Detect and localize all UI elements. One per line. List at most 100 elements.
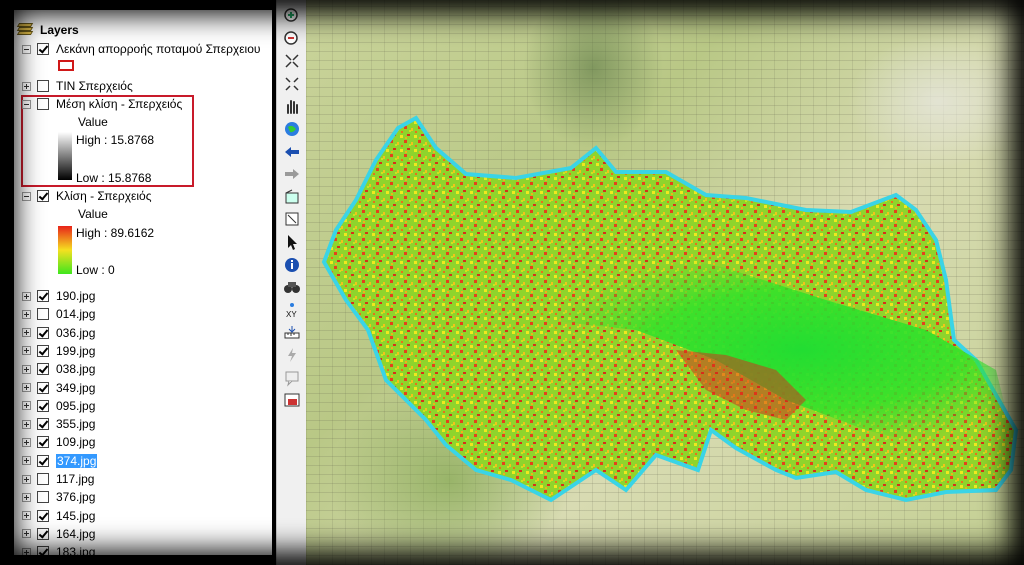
layer-label[interactable]: TIN Σπερχειός xyxy=(56,79,133,93)
layer-label[interactable]: 038.jpg xyxy=(56,362,95,376)
layer-label[interactable]: 145.jpg xyxy=(56,509,95,523)
expand-icon[interactable] xyxy=(22,474,31,484)
go-to-xy-icon[interactable]: XY xyxy=(282,300,302,320)
layer-label[interactable]: 117.jpg xyxy=(56,472,94,486)
layer-checkbox[interactable] xyxy=(37,190,49,202)
layer-label[interactable]: Μέση κλίση - Σπερχειός xyxy=(56,97,182,111)
collapse-icon[interactable] xyxy=(22,191,31,201)
expand-icon[interactable] xyxy=(22,547,31,555)
layer-checkbox[interactable] xyxy=(37,436,49,449)
expand-icon[interactable] xyxy=(22,328,31,338)
layer-row-slope[interactable]: Κλίση - Σπερχειός xyxy=(22,187,151,205)
layer-checkbox[interactable] xyxy=(37,473,49,485)
image-layer-row[interactable]: 109.jpg xyxy=(22,433,95,451)
expand-icon[interactable] xyxy=(22,529,31,539)
layer-checkbox[interactable] xyxy=(37,326,49,339)
layer-label[interactable]: 095.jpg xyxy=(56,399,95,413)
layer-label[interactable]: Κλίση - Σπερχειός xyxy=(56,189,151,203)
image-layer-row[interactable]: 374.jpg xyxy=(22,452,98,470)
expand-icon[interactable] xyxy=(22,291,31,301)
measure-icon[interactable] xyxy=(282,322,302,342)
collapse-icon[interactable] xyxy=(22,99,31,109)
time-slider-icon[interactable] xyxy=(282,390,302,410)
fixed-zoom-out-icon[interactable] xyxy=(282,74,302,94)
image-layer-row[interactable]: 036.jpg xyxy=(22,324,95,342)
layer-checkbox[interactable] xyxy=(37,399,49,412)
layer-label[interactable]: 355.jpg xyxy=(56,417,95,431)
expand-icon[interactable] xyxy=(22,364,31,374)
layer-row-mean-slope[interactable]: Μέση κλίση - Σπερχειός xyxy=(22,95,182,113)
expand-icon[interactable] xyxy=(22,309,31,319)
layer-checkbox[interactable] xyxy=(37,491,49,504)
fixed-zoom-in-icon[interactable] xyxy=(282,51,302,71)
layer-label[interactable]: 374.jpg xyxy=(56,453,98,468)
zoom-in-icon[interactable] xyxy=(282,6,302,26)
zoom-out-icon[interactable] xyxy=(282,29,302,49)
image-layer-row[interactable]: 355.jpg xyxy=(22,415,95,433)
full-extent-icon[interactable] xyxy=(282,119,302,139)
expand-icon[interactable] xyxy=(22,456,31,466)
layer-label[interactable]: Λεκάνη απορροής ποταμού Σπερχειου xyxy=(56,42,260,56)
image-layer-row[interactable]: 145.jpg xyxy=(22,507,95,525)
expand-icon[interactable] xyxy=(22,419,31,429)
layer-row-tin[interactable]: TIN Σπερχειός xyxy=(22,77,133,95)
layer-checkbox[interactable] xyxy=(37,454,49,467)
layer-row-basin[interactable]: Λεκάνη απορροής ποταμού Σπερχειου xyxy=(22,40,260,58)
find-icon[interactable] xyxy=(282,277,302,297)
expand-icon[interactable] xyxy=(22,383,31,392)
layer-checkbox[interactable] xyxy=(37,308,49,321)
expand-icon[interactable] xyxy=(22,511,31,521)
image-layer-row[interactable]: 183.jpg xyxy=(22,543,95,555)
svg-text:XY: XY xyxy=(286,310,297,319)
collapse-icon[interactable] xyxy=(22,44,31,54)
layer-label[interactable]: 014.jpg xyxy=(56,307,95,321)
layer-checkbox[interactable] xyxy=(37,527,49,540)
image-layer-row[interactable]: 376.jpg xyxy=(22,488,95,506)
hyperlink-icon[interactable] xyxy=(282,345,302,365)
layer-checkbox[interactable] xyxy=(37,43,49,55)
map-view[interactable] xyxy=(306,0,1024,565)
image-layer-row[interactable]: 190.jpg xyxy=(22,287,95,305)
layer-label[interactable]: 183.jpg xyxy=(56,545,95,555)
layer-checkbox[interactable] xyxy=(37,290,49,302)
image-layer-row[interactable]: 014.jpg xyxy=(22,305,95,323)
layer-label[interactable]: 164.jpg xyxy=(56,527,95,541)
layer-checkbox[interactable] xyxy=(37,418,49,431)
pan-icon[interactable] xyxy=(282,96,302,116)
layer-label[interactable]: 036.jpg xyxy=(56,326,95,340)
identify-icon[interactable] xyxy=(282,255,302,275)
image-layer-row[interactable]: 349.jpg xyxy=(22,379,95,397)
image-layer-row[interactable]: 117.jpg xyxy=(22,470,94,488)
expand-icon[interactable] xyxy=(22,346,31,356)
legend-low: Low : 15.8768 xyxy=(76,171,152,185)
layer-checkbox[interactable] xyxy=(37,381,49,394)
layer-checkbox[interactable] xyxy=(37,363,49,376)
layer-checkbox[interactable] xyxy=(37,80,49,92)
forward-icon[interactable] xyxy=(282,164,302,184)
table-of-contents: Layers Λεκάνη απορροής ποταμού Σπερχειου… xyxy=(14,10,272,555)
expand-icon[interactable] xyxy=(22,492,31,502)
image-layer-row[interactable]: 038.jpg xyxy=(22,360,95,378)
layer-label[interactable]: 376.jpg xyxy=(56,490,95,504)
layer-label[interactable]: 349.jpg xyxy=(56,381,95,395)
layer-checkbox[interactable] xyxy=(37,546,49,555)
image-layer-row[interactable]: 199.jpg xyxy=(22,342,95,360)
layer-checkbox[interactable] xyxy=(37,344,49,357)
layer-label[interactable]: 190.jpg xyxy=(56,289,95,303)
expand-icon[interactable] xyxy=(22,81,31,91)
back-icon[interactable] xyxy=(282,142,302,162)
grayscale-ramp xyxy=(58,132,72,180)
image-layer-row[interactable]: 095.jpg xyxy=(22,397,95,415)
image-layer-row[interactable]: 164.jpg xyxy=(22,525,95,543)
clear-selection-icon[interactable] xyxy=(282,209,302,229)
select-elements-icon[interactable] xyxy=(282,232,302,252)
layer-label[interactable]: 199.jpg xyxy=(56,344,95,358)
html-popup-icon[interactable] xyxy=(282,368,302,388)
slope-color-ramp xyxy=(58,226,72,274)
layer-checkbox[interactable] xyxy=(37,509,49,522)
expand-icon[interactable] xyxy=(22,437,31,447)
expand-icon[interactable] xyxy=(22,401,31,411)
layer-label[interactable]: 109.jpg xyxy=(56,435,95,449)
layer-checkbox[interactable] xyxy=(37,98,49,110)
select-features-icon[interactable] xyxy=(282,187,302,207)
